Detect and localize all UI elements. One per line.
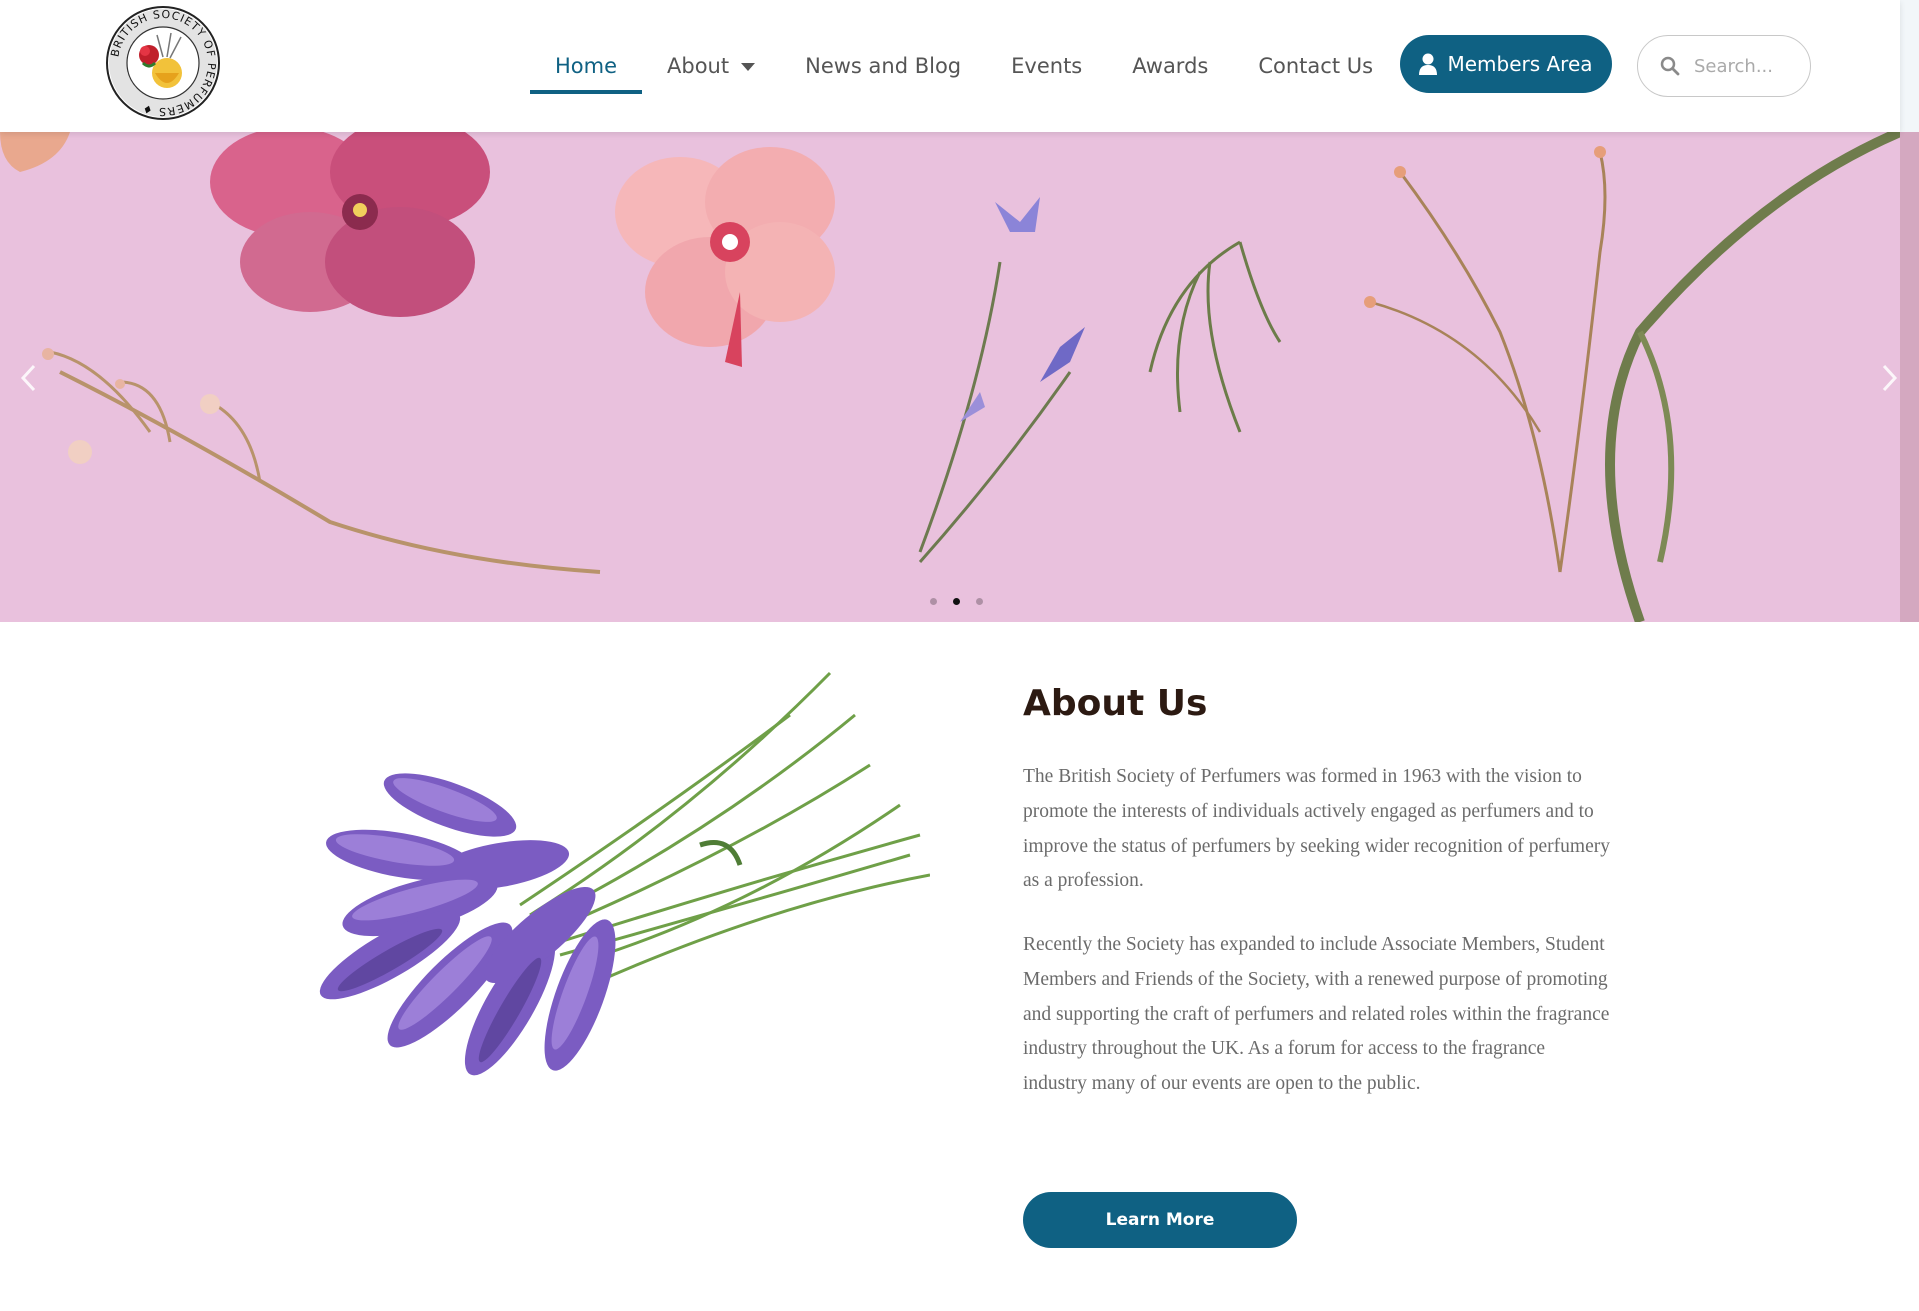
page-edge-strip [1900, 132, 1919, 622]
nav-about-label: About [667, 54, 730, 78]
members-area-label: Members Area [1447, 52, 1593, 76]
slider-pagination [930, 598, 983, 605]
society-logo[interactable]: BRITISH SOCIETY OF PERFUMERS ♦ [105, 5, 221, 121]
nav-events-label: Events [1011, 54, 1083, 78]
about-paragraph-2: Recently the Society has expanded to inc… [1023, 934, 1610, 1095]
nav-home-label: Home [555, 54, 618, 78]
page-edge [1900, 0, 1919, 132]
nav-news-blog[interactable]: News and Blog [780, 0, 986, 132]
slider-prev-arrow[interactable] [8, 355, 48, 401]
hero-slider [0, 132, 1900, 622]
chevron-down-icon [741, 63, 756, 71]
slider-dot[interactable] [976, 598, 983, 605]
slider-dot[interactable] [930, 598, 937, 605]
slider-next-arrow[interactable] [1870, 355, 1900, 401]
search-box [1637, 35, 1811, 97]
search-input[interactable] [1694, 55, 1794, 77]
members-area-button[interactable]: Members Area [1400, 35, 1612, 93]
learn-more-label: Learn More [1105, 1210, 1215, 1230]
learn-more-button[interactable]: Learn More [1023, 1192, 1297, 1248]
nav-home[interactable]: Home [530, 0, 643, 132]
slider-dot[interactable] [953, 598, 960, 605]
nav-awards-label: Awards [1132, 54, 1209, 78]
nav-events[interactable]: Events [986, 0, 1107, 132]
nav-awards[interactable]: Awards [1107, 0, 1233, 132]
about-title: About Us [1023, 683, 1208, 724]
about-paragraph-1: The British Society of Perfumers was for… [1023, 766, 1610, 892]
search-icon[interactable] [1660, 56, 1680, 76]
nav-contact-label: Contact Us [1258, 54, 1374, 78]
hero-flowers-image [0, 132, 1900, 622]
site-header: BRITISH SOCIETY OF PERFUMERS ♦ Home Abou… [0, 0, 1900, 132]
lavender-image [319, 671, 930, 1076]
nav-contact[interactable]: Contact Us [1233, 0, 1398, 132]
nav-about[interactable]: About [642, 0, 780, 132]
user-icon [1419, 53, 1438, 75]
nav-news-label: News and Blog [805, 54, 962, 78]
main-nav: Home About News and Blog Events Awards C… [530, 0, 1398, 132]
